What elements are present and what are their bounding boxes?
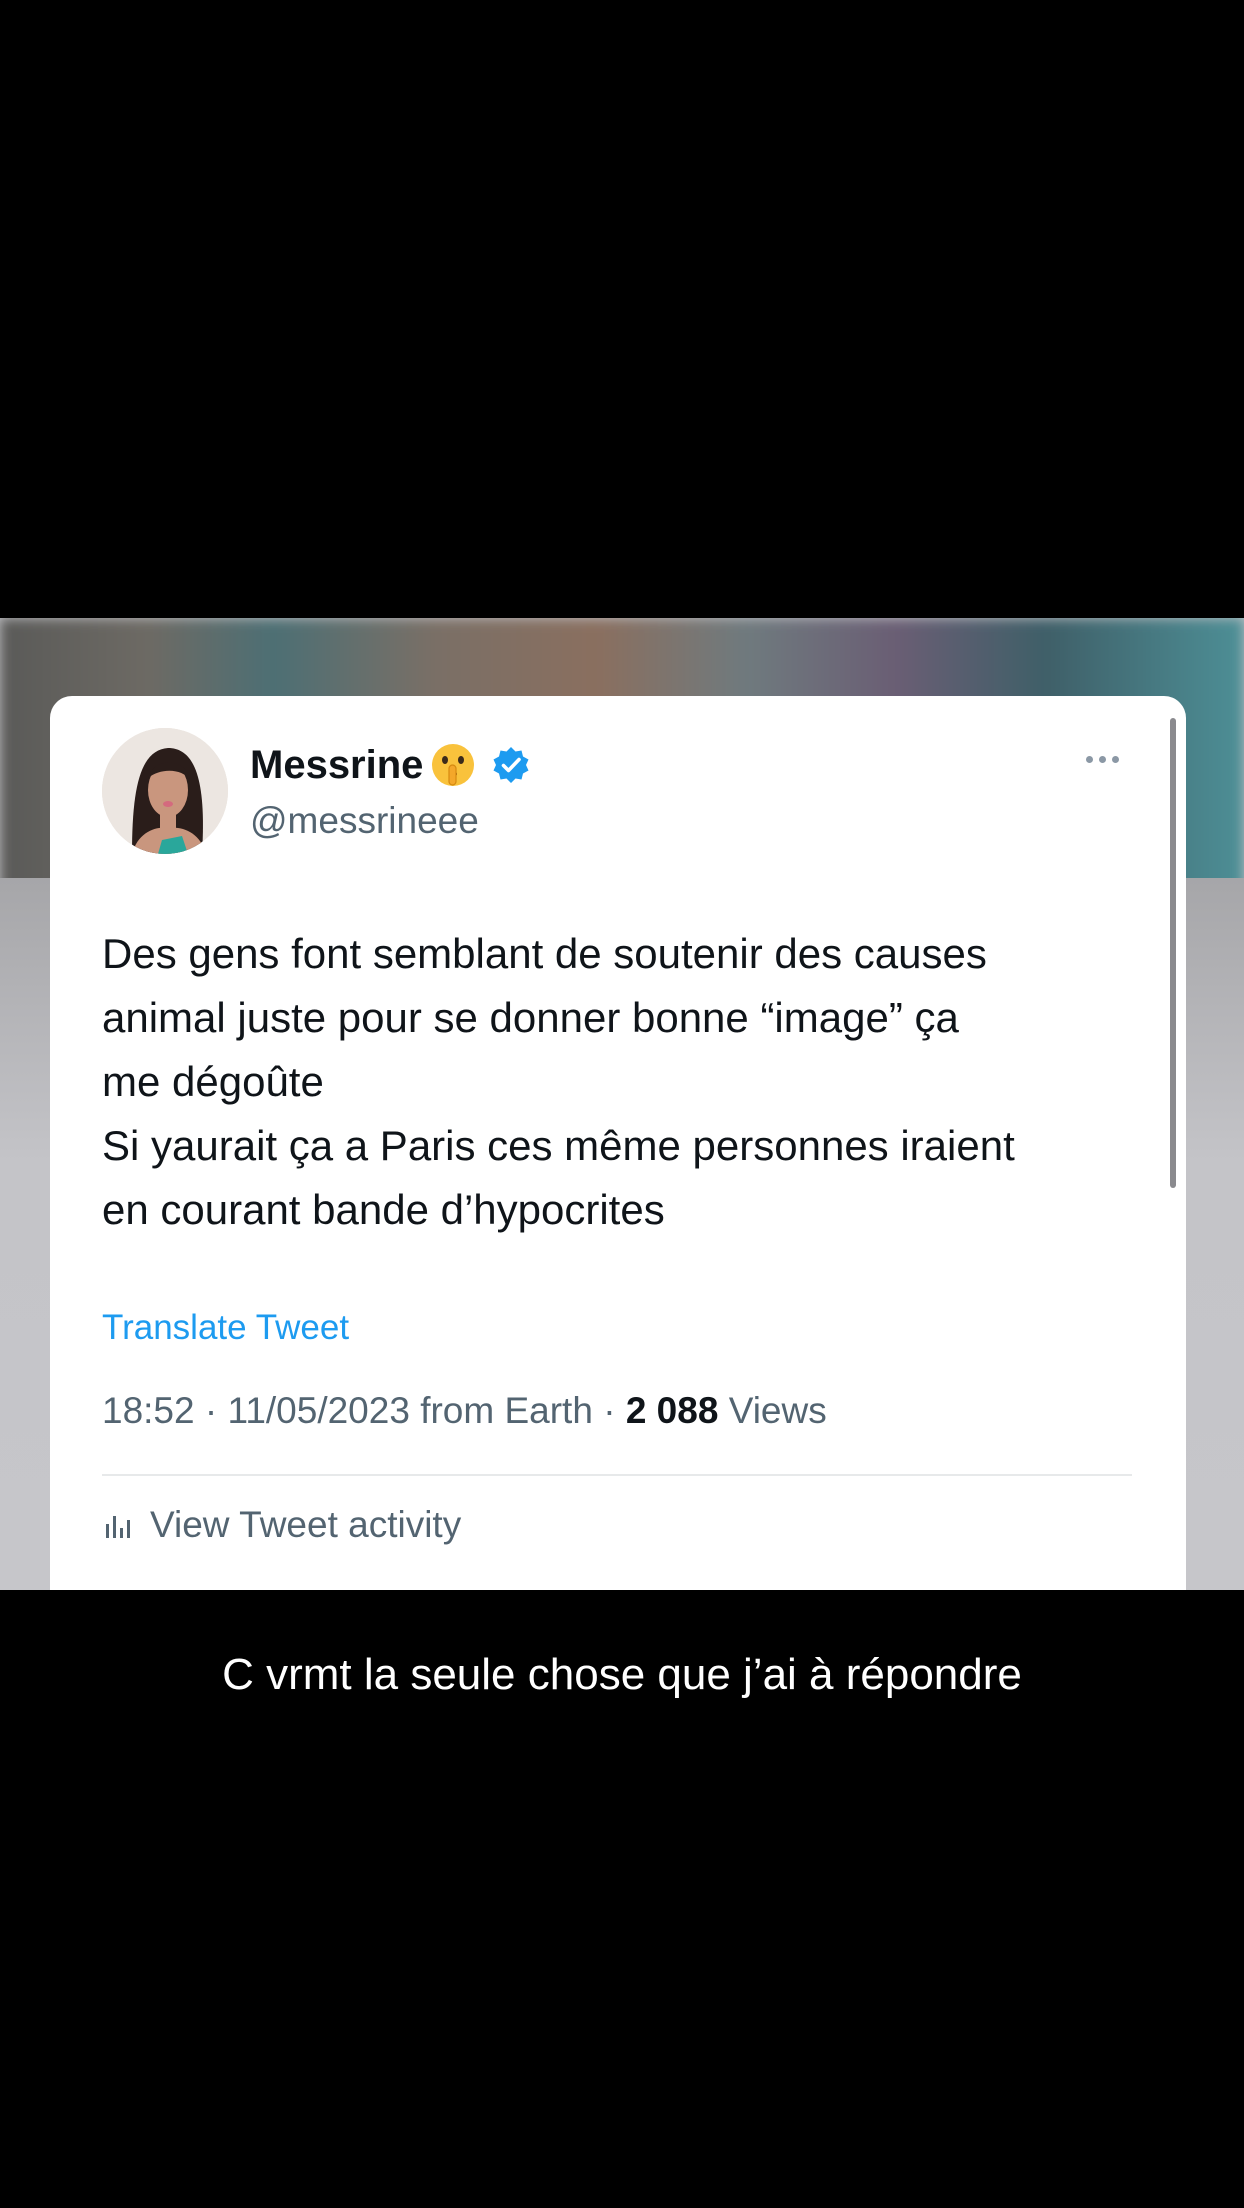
avatar[interactable] — [102, 728, 228, 854]
shushing-face-emoji-icon — [432, 744, 475, 786]
analytics-icon — [106, 1516, 130, 1538]
name-row: Messrine — [250, 736, 531, 794]
tweet-card: Messrine @messrineee Des gens font sembl… — [50, 696, 1186, 1590]
tweet-text-line: animal juste pour se donner bonne “image… — [102, 994, 959, 1041]
separator: · — [603, 1390, 626, 1431]
dot — [1112, 756, 1119, 763]
view-tweet-activity-label: View Tweet activity — [150, 1504, 462, 1545]
tweet-screenshot: Messrine @messrineee Des gens font sembl… — [0, 618, 1244, 1590]
display-name[interactable]: Messrine — [250, 743, 423, 788]
tweet-text-line: me dégoûte — [102, 1058, 324, 1105]
story-caption: C vrmt la seule chose que j’ai à répondr… — [222, 1650, 1022, 1699]
tweet-source: from Earth — [420, 1390, 593, 1431]
tweet-time[interactable]: 18:52 — [102, 1390, 195, 1431]
tweet-metadata: 18:52 · 11/05/2023 from Earth · 2 088 Vi… — [102, 1390, 827, 1432]
views-label: Views — [728, 1390, 827, 1431]
more-options-icon[interactable] — [1082, 752, 1123, 767]
user-handle[interactable]: @messrineee — [250, 800, 479, 842]
tweet-text-line: Si yaurait ça a Paris ces même personnes… — [102, 1122, 1015, 1169]
divider — [102, 1474, 1132, 1476]
tweet-date[interactable]: 11/05/2023 — [227, 1390, 409, 1431]
separator: · — [204, 1390, 228, 1431]
dot — [1086, 756, 1093, 763]
tweet-text-line: Des gens font semblant de soutenir des c… — [102, 930, 987, 977]
translate-tweet-link[interactable]: Translate Tweet — [102, 1308, 349, 1348]
scrollbar[interactable] — [1170, 718, 1176, 1188]
verified-badge-icon — [493, 747, 529, 783]
views-count: 2 088 — [625, 1390, 719, 1431]
tweet-text: Des gens font semblant de soutenir des c… — [102, 922, 1162, 1242]
dot — [1099, 756, 1106, 763]
view-tweet-activity-button[interactable]: View Tweet activity — [102, 1504, 461, 1546]
tweet-text-line: en courant bande d’hypocrites — [102, 1186, 665, 1233]
